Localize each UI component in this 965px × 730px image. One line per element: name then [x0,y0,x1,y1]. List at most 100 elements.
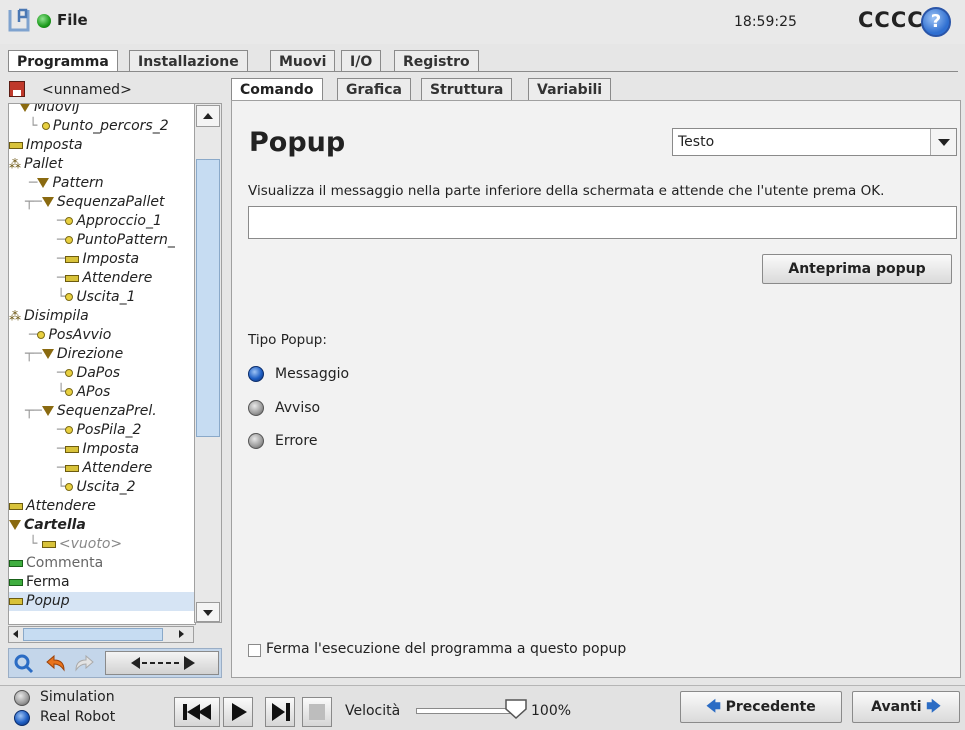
stop-square-icon [309,704,325,720]
tree-node[interactable]: ─ PosPila_2 [57,421,141,440]
comment-icon [9,559,23,567]
scroll-up-button[interactable] [196,105,220,127]
tree-node[interactable]: Cartella [9,516,86,535]
tree-node[interactable]: ┬─ Direzione [25,345,123,364]
stop-execution-checkbox[interactable] [248,644,261,657]
tree-node[interactable]: └ Uscita_1 [57,288,136,307]
set-icon [9,141,23,149]
popup-type-select-value: Testo [678,134,715,150]
status-indicator-icon [37,14,51,28]
waypoint-icon [41,122,50,130]
tree-node[interactable]: └ APos [57,383,110,402]
file-menu[interactable]: File [57,11,88,29]
tree-node[interactable]: ─ PuntoPattern_ [57,231,175,250]
chevron-left-icon[interactable] [13,630,18,638]
scroll-down-button[interactable] [196,602,220,622]
tab-installazione[interactable]: Installazione [129,50,248,72]
pallet-icon: ⁂ [9,157,21,171]
tab-muovi[interactable]: Muovi [270,50,336,72]
empty-icon [41,540,56,548]
stop-button[interactable] [302,697,332,727]
tree-node-selected[interactable]: Popup [9,592,195,611]
program-name: <unnamed> [42,82,132,98]
real-robot-label: Real Robot [40,709,116,725]
scrollbar-thumb[interactable] [196,159,220,437]
next-button[interactable]: Avanti 🡆 [852,691,960,723]
tab-io[interactable]: I/O [341,50,382,72]
tree-node[interactable]: ─ Imposta [57,250,139,269]
tab-grafica[interactable]: Grafica [337,78,411,100]
help-icon[interactable]: ? [921,7,951,37]
rewind-button[interactable] [174,697,220,727]
tree-node[interactable]: ─ PosAvvio [29,326,111,345]
sequence-icon [41,406,54,416]
tree-node[interactable]: └ <vuoto> [29,535,122,554]
previous-button[interactable]: 🡄 Precedente [680,691,842,723]
step-button[interactable] [265,697,295,727]
popup-type-select[interactable] [672,128,957,156]
tab-comando[interactable]: Comando [231,78,323,100]
tree-node[interactable]: ─ Attendere [57,459,152,478]
page-title: Popup [249,127,346,158]
waypoint-icon [65,236,74,244]
move-arrows-icon [131,656,195,670]
tree-node[interactable]: ┬─ SequenzaPallet [25,193,164,212]
pallet-icon: ⁂ [9,309,21,323]
real-robot-radio[interactable] [14,710,30,726]
scrollbar-thumb[interactable] [23,628,163,641]
tree-node[interactable]: Ferma [9,573,70,592]
tree-node[interactable]: ─ Imposta [57,440,139,459]
chevron-down-icon[interactable] [930,129,956,155]
tab-registro[interactable]: Registro [394,50,479,72]
popup-description: Visualizza il messaggio nella parte infe… [248,183,885,199]
search-icon[interactable] [13,653,35,675]
chevron-up-icon [203,113,213,119]
tree-node[interactable]: Commenta [9,554,103,573]
move-icon [19,104,31,112]
wait-icon [9,502,23,510]
tree-node[interactable]: ─ DaPos [57,364,120,383]
tree-node[interactable]: ⁂ Disimpila [9,307,89,326]
popup-icon [9,597,23,605]
move-node-button[interactable] [105,651,219,675]
popup-message-input[interactable] [248,206,957,239]
waypoint-icon [65,293,74,301]
tab-struttura[interactable]: Struttura [421,78,513,100]
undo-icon[interactable] [43,653,67,675]
tab-programma[interactable]: Programma [8,50,118,72]
stop-execution-label: Ferma l'esecuzione del programma a quest… [266,641,627,657]
tree-node[interactable]: ┬─ SequenzaPrel. [25,402,157,421]
tree-node[interactable]: MuoviJ [19,104,80,117]
step-forward-icon [272,703,290,721]
tree-node[interactable]: ─ Approccio_1 [57,212,162,231]
simulation-radio[interactable] [14,690,30,706]
speed-value: 100% [531,703,572,719]
tab-divider [8,71,958,72]
tree-horizontal-scrollbar[interactable] [8,626,194,643]
speed-slider[interactable] [416,708,516,714]
save-icon[interactable] [9,81,25,97]
chevron-down-icon [203,610,213,616]
speed-label: Velocità [345,703,401,719]
radio-errore[interactable] [248,433,264,449]
folder-icon [9,520,21,530]
set-icon [65,255,80,263]
tree-node[interactable]: Imposta [9,136,83,155]
preview-popup-button[interactable]: Anteprima popup [762,254,952,284]
tree-node[interactable]: Attendere [9,497,96,516]
redo-icon[interactable] [73,653,97,675]
tree-node[interactable]: └ Punto_percors_2 [29,117,169,136]
tree-node[interactable]: ⁂ Pallet [9,155,63,174]
chevron-right-icon[interactable] [179,630,184,638]
tree-node[interactable]: └ Uscita_2 [57,478,136,497]
tree-node[interactable]: ─ Attendere [57,269,152,288]
tab-variabili[interactable]: Variabili [528,78,612,100]
radio-avviso[interactable] [248,400,264,416]
skip-back-icon [183,704,211,720]
play-button[interactable] [223,697,253,727]
wait-icon [65,464,80,472]
speed-slider-thumb[interactable] [505,699,527,719]
waypoint-icon [65,388,74,396]
tree-node[interactable]: ─ Pattern [29,174,104,193]
radio-messaggio[interactable] [248,366,264,382]
